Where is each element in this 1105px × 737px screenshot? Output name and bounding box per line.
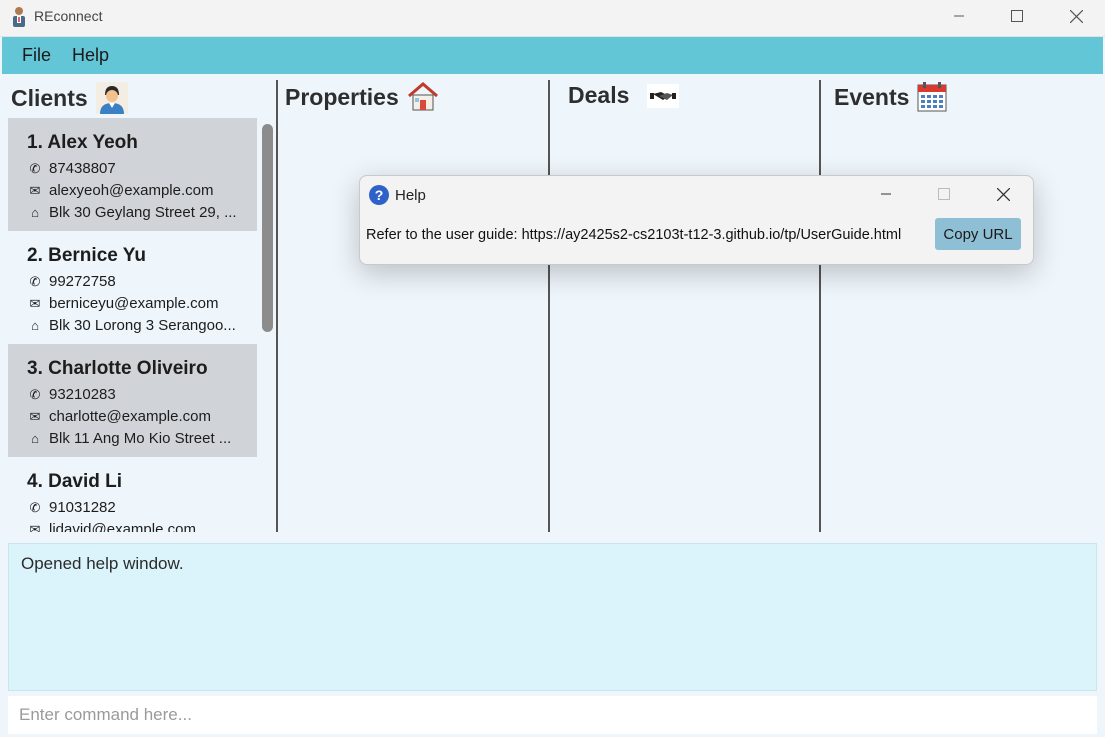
client-card[interactable]: 1. Alex Yeoh ✆ 87438807 ✉ alexyeoh@examp… bbox=[8, 118, 257, 231]
copy-url-button[interactable]: Copy URL bbox=[935, 218, 1021, 250]
scrollbar-thumb[interactable] bbox=[262, 124, 273, 332]
command-input[interactable] bbox=[8, 696, 1097, 734]
events-title: Events bbox=[834, 83, 910, 110]
phone-icon: ✆ bbox=[29, 499, 41, 515]
deals-header: Deals bbox=[568, 82, 680, 109]
client-phone-row: ✆ 87438807 bbox=[27, 160, 116, 177]
client-phone-row: ✆ 91031282 bbox=[27, 499, 116, 516]
client-name: 3. Charlotte Oliveiro bbox=[27, 358, 208, 379]
email-icon: ✉ bbox=[29, 521, 41, 533]
home-icon: ⌂ bbox=[31, 431, 39, 446]
close-button[interactable] bbox=[1047, 0, 1105, 32]
events-header: Events bbox=[834, 82, 947, 112]
client-email-row: ✉ lidavid@example.com bbox=[27, 521, 196, 532]
menu-help[interactable]: Help bbox=[72, 45, 109, 66]
email-icon: ✉ bbox=[29, 295, 41, 311]
dialog-close-button[interactable] bbox=[983, 180, 1023, 208]
close-icon bbox=[1069, 9, 1083, 23]
client-phone-row: ✆ 99272758 bbox=[27, 273, 116, 290]
client-address-row: ⌂ Blk 11 Ang Mo Kio Street ... bbox=[27, 430, 231, 447]
menu-bar: File Help bbox=[2, 37, 1103, 74]
person-icon bbox=[95, 82, 128, 114]
menu-file[interactable]: File bbox=[22, 45, 51, 66]
phone-icon: ✆ bbox=[29, 386, 41, 402]
client-card[interactable]: 3. Charlotte Oliveiro ✆ 93210283 ✉ charl… bbox=[8, 344, 257, 457]
home-icon: ⌂ bbox=[31, 318, 39, 333]
dialog-title: Help bbox=[395, 187, 426, 204]
client-phone: 93210283 bbox=[49, 386, 116, 403]
client-email-row: ✉ charlotte@example.com bbox=[27, 408, 211, 425]
help-dialog: ? Help Refer to the user guide: https://… bbox=[359, 175, 1034, 265]
dialog-maximize-button bbox=[924, 180, 964, 208]
client-email: berniceyu@example.com bbox=[49, 295, 219, 312]
column-divider bbox=[548, 80, 550, 532]
dialog-minimize-button[interactable] bbox=[866, 180, 906, 208]
email-icon: ✉ bbox=[29, 182, 41, 198]
help-message: Refer to the user guide: https://ay2425s… bbox=[366, 227, 902, 243]
properties-header: Properties bbox=[285, 82, 439, 112]
properties-title: Properties bbox=[285, 83, 399, 110]
phone-icon: ✆ bbox=[29, 273, 41, 289]
deals-title: Deals bbox=[568, 82, 630, 108]
column-divider bbox=[819, 80, 821, 532]
client-email: lidavid@example.com bbox=[49, 521, 196, 532]
minimize-icon bbox=[881, 193, 891, 195]
maximize-icon bbox=[1011, 10, 1023, 22]
client-card[interactable]: 2. Bernice Yu ✆ 99272758 ✉ berniceyu@exa… bbox=[8, 231, 257, 344]
home-icon: ⌂ bbox=[31, 205, 39, 220]
title-bar: REconnect bbox=[0, 0, 1105, 37]
client-address: Blk 30 Geylang Street 29, ... bbox=[49, 204, 237, 221]
client-email-row: ✉ berniceyu@example.com bbox=[27, 295, 219, 312]
client-address: Blk 11 Ang Mo Kio Street ... bbox=[49, 430, 232, 447]
client-phone: 87438807 bbox=[49, 160, 116, 177]
client-email: alexyeoh@example.com bbox=[49, 182, 214, 199]
handshake-icon bbox=[647, 83, 680, 108]
app-icon bbox=[13, 7, 25, 27]
minimize-button[interactable] bbox=[930, 0, 988, 32]
client-phone: 91031282 bbox=[49, 499, 116, 516]
client-phone: 99272758 bbox=[49, 273, 116, 290]
phone-icon: ✆ bbox=[29, 160, 41, 176]
result-text: Opened help window. bbox=[21, 554, 184, 573]
client-name: 4. David Li bbox=[27, 471, 123, 492]
close-icon bbox=[996, 187, 1010, 201]
result-display: Opened help window. bbox=[8, 543, 1097, 691]
client-address-row: ⌂ Blk 30 Lorong 3 Serangoo... bbox=[27, 317, 236, 334]
client-list[interactable]: 1. Alex Yeoh ✆ 87438807 ✉ alexyeoh@examp… bbox=[8, 118, 257, 532]
client-card[interactable]: 4. David Li ✆ 91031282 ✉ lidavid@example… bbox=[8, 457, 257, 532]
client-email-row: ✉ alexyeoh@example.com bbox=[27, 182, 214, 199]
client-address: Blk 30 Lorong 3 Serangoo... bbox=[49, 317, 236, 334]
client-name: 2. Bernice Yu bbox=[27, 245, 146, 266]
house-icon bbox=[407, 82, 438, 111]
clients-title: Clients bbox=[11, 84, 88, 111]
clients-header: Clients bbox=[11, 82, 128, 114]
client-email: charlotte@example.com bbox=[49, 408, 211, 425]
client-phone-row: ✆ 93210283 bbox=[27, 386, 116, 403]
column-divider bbox=[276, 80, 278, 532]
email-icon: ✉ bbox=[29, 408, 41, 424]
help-icon: ? bbox=[369, 185, 389, 205]
maximize-icon bbox=[938, 188, 950, 200]
maximize-button[interactable] bbox=[988, 0, 1046, 32]
window-title: REconnect bbox=[34, 8, 103, 24]
calendar-icon bbox=[917, 82, 947, 112]
client-name: 1. Alex Yeoh bbox=[27, 132, 138, 153]
client-address-row: ⌂ Blk 30 Geylang Street 29, ... bbox=[27, 204, 237, 221]
minimize-icon bbox=[954, 15, 964, 17]
